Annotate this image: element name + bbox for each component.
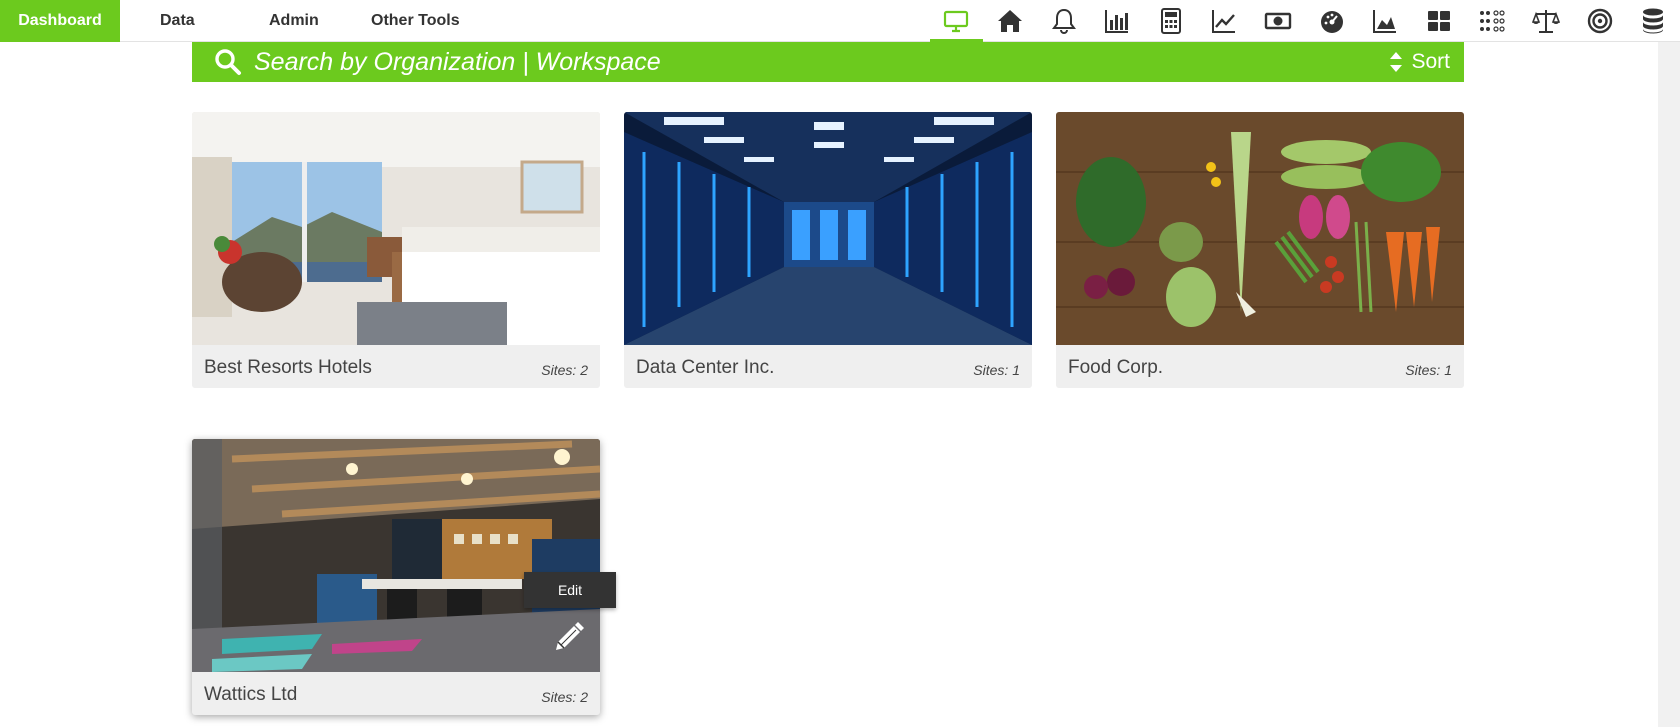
nav-admin[interactable]: Admin	[269, 0, 319, 42]
sort-label: Sort	[1411, 50, 1450, 73]
line-chart-icon[interactable]	[1198, 0, 1252, 42]
edit-tooltip: Edit	[524, 572, 616, 608]
org-card-title: Food Corp.	[1068, 357, 1164, 378]
nav-other-tools[interactable]: Other Tools	[371, 0, 460, 42]
org-card-food-corp[interactable]: Food Corp. Sites: 1	[1056, 112, 1464, 388]
monitor-icon[interactable]	[929, 0, 984, 42]
calculator-icon[interactable]	[1144, 0, 1198, 42]
icon-toolbar	[929, 0, 1680, 42]
org-card-sites: Sites: 1	[973, 362, 1020, 378]
balance-scale-icon[interactable]	[1519, 0, 1573, 42]
org-card-title: Data Center Inc.	[636, 357, 775, 378]
page-scrollbar[interactable]	[1658, 42, 1680, 727]
area-chart-icon[interactable]	[1358, 0, 1412, 42]
gauge-icon[interactable]	[1305, 0, 1359, 42]
org-card-sites: Sites: 1	[1405, 362, 1452, 378]
dots-icon[interactable]	[1466, 0, 1520, 42]
nav-dashboard[interactable]: Dashboard	[0, 0, 120, 42]
database-icon[interactable]	[1626, 0, 1680, 42]
search-input[interactable]: Search by Organization | Workspace	[254, 48, 661, 77]
bell-icon[interactable]	[1037, 0, 1091, 42]
sort-button[interactable]: Sort	[1389, 42, 1450, 82]
search-bar[interactable]: Search by Organization | Workspace Sort	[192, 42, 1464, 82]
nav-data[interactable]: Data	[160, 0, 195, 42]
org-image-hotel-room[interactable]	[192, 112, 600, 345]
home-icon[interactable]	[983, 0, 1037, 42]
top-navigation: Dashboard Data Admin Other Tools	[0, 0, 1680, 42]
target-icon[interactable]	[1573, 0, 1627, 42]
org-card-best-resorts-hotels[interactable]: Best Resorts Hotels Sites: 2	[192, 112, 600, 388]
sort-icon	[1390, 52, 1403, 72]
org-card-title: Best Resorts Hotels	[204, 357, 372, 378]
money-icon[interactable]	[1251, 0, 1305, 42]
bar-chart-icon[interactable]	[1090, 0, 1144, 42]
org-card-title: Wattics Ltd	[204, 684, 298, 705]
org-card-sites: Sites: 2	[541, 689, 588, 705]
org-image-server-room[interactable]	[624, 112, 1032, 345]
org-image-office[interactable]	[192, 439, 600, 672]
org-card-sites: Sites: 2	[541, 362, 588, 378]
org-card-data-center-inc[interactable]: Data Center Inc. Sites: 1	[624, 112, 1032, 388]
org-image-vegetables[interactable]	[1056, 112, 1464, 345]
pencil-icon[interactable]	[552, 620, 586, 654]
grid-icon[interactable]	[1412, 0, 1466, 42]
search-icon	[215, 49, 241, 75]
